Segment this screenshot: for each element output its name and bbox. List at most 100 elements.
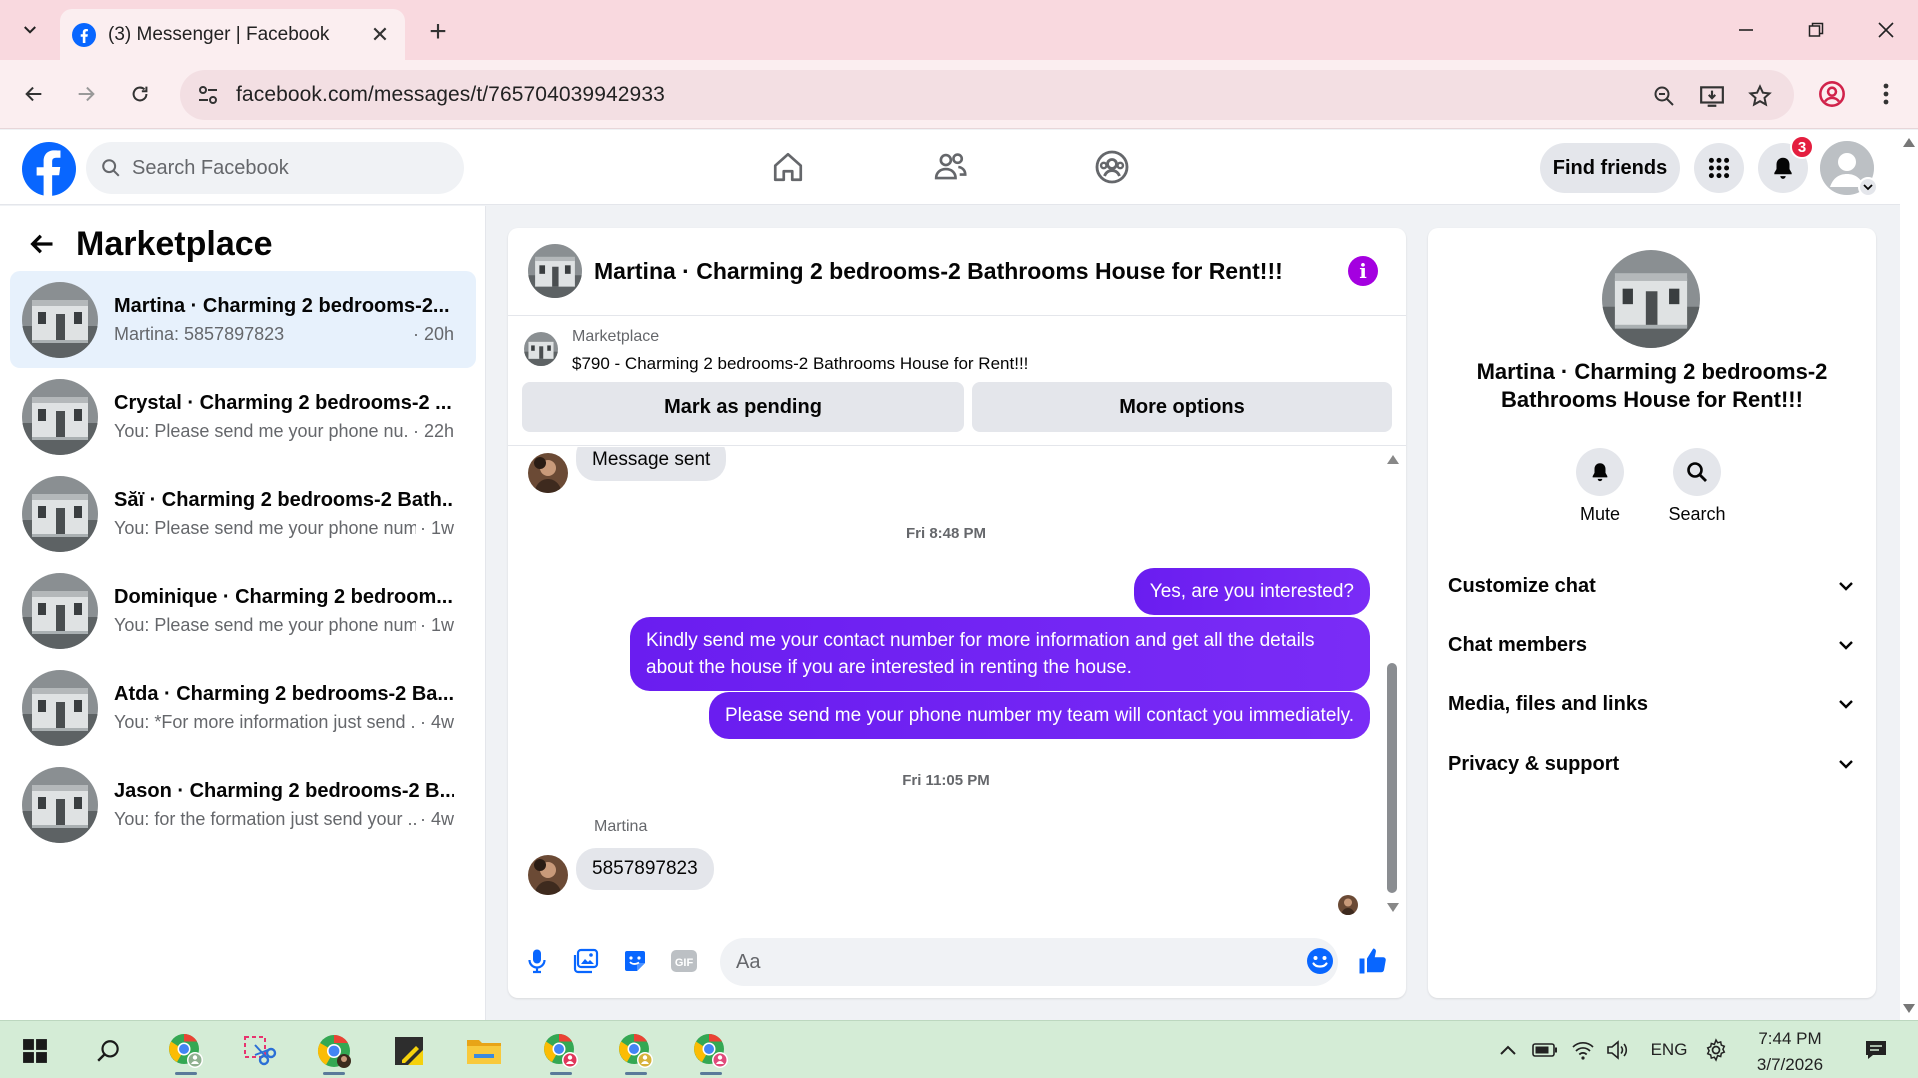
facebook-header: Find friends 3 [0, 130, 1900, 205]
details-house-avatar[interactable] [1602, 250, 1700, 348]
info-icon[interactable]: i [1348, 256, 1378, 286]
house-thumbnail [22, 378, 98, 455]
chat-house-avatar[interactable] [528, 244, 582, 298]
file-explorer-icon[interactable] [453, 1026, 515, 1076]
conversation-item[interactable]: Săï · Charming 2 bedrooms-2 Bath... You:… [10, 465, 476, 562]
sticky-notes-icon[interactable] [378, 1026, 440, 1076]
battery-icon[interactable] [1530, 1035, 1560, 1065]
install-app-icon[interactable] [1698, 82, 1726, 110]
zoom-icon[interactable] [1650, 82, 1678, 110]
tab-close-icon[interactable]: ✕ [367, 22, 393, 48]
conversation-time: · 1w [419, 517, 454, 538]
martina-avatar[interactable] [528, 855, 568, 895]
groups-icon[interactable] [1084, 142, 1140, 192]
scroll-down-arrow-icon[interactable] [1903, 1004, 1915, 1013]
reload-icon[interactable] [118, 72, 162, 116]
scroll-down-arrow-icon[interactable] [1387, 903, 1399, 912]
friends-icon[interactable] [922, 142, 978, 192]
bookmark-star-icon[interactable] [1746, 82, 1774, 110]
url-text[interactable]: facebook.com/messages/t/765704039942933 [236, 83, 665, 107]
notification-center-icon[interactable] [1856, 1035, 1896, 1065]
chrome-profile-red-icon[interactable] [530, 1026, 592, 1076]
search-icon[interactable] [1673, 448, 1721, 496]
sticker-icon[interactable] [618, 944, 652, 978]
restore-icon[interactable] [1792, 10, 1840, 50]
scrollbar-thumb[interactable] [1387, 663, 1397, 893]
message-scrollbar[interactable] [1384, 447, 1400, 922]
site-info-tune-icon[interactable] [196, 83, 220, 107]
wifi-icon[interactable] [1568, 1035, 1598, 1065]
conversation-item[interactable]: Dominique · Charming 2 bedroom... You: P… [10, 562, 476, 659]
back-arrow-icon[interactable] [12, 72, 56, 116]
details-title: Martina · Charming 2 bedrooms-2 Bathroom… [1476, 359, 1828, 412]
chrome-icon[interactable] [303, 1026, 365, 1076]
chrome-profile-yellow-icon[interactable] [605, 1026, 667, 1076]
customize-chat-section[interactable]: Customize chat [1448, 558, 1856, 614]
mute-action[interactable]: Mute [1560, 448, 1640, 525]
search-action[interactable]: Search [1657, 448, 1737, 525]
conversation-item[interactable]: Martina · Charming 2 bedrooms-2... Marti… [10, 271, 476, 368]
scroll-up-arrow-icon[interactable] [1387, 455, 1399, 464]
listing-title[interactable]: $790 - Charming 2 bedrooms-2 Bathrooms H… [572, 354, 1028, 374]
minimize-icon[interactable] [1722, 10, 1770, 50]
conversation-item[interactable]: Atda · Charming 2 bedrooms-2 Ba... You: … [10, 659, 476, 756]
address-bar[interactable]: facebook.com/messages/t/765704039942933 [180, 70, 1794, 120]
page-scrollbar[interactable] [1900, 130, 1918, 1020]
message-composer: GIF [508, 928, 1406, 998]
bell-icon[interactable] [1576, 448, 1624, 496]
account-chevron-down-icon[interactable] [1858, 177, 1878, 197]
microphone-icon[interactable] [520, 944, 554, 978]
thumbs-up-like-icon[interactable] [1355, 944, 1389, 978]
message-input[interactable] [720, 938, 1338, 986]
conversation-list: Martina · Charming 2 bedrooms-2... Marti… [10, 271, 476, 853]
kebab-menu-icon[interactable] [1864, 72, 1908, 116]
conversation-preview: Martina: 5857897823 [114, 323, 285, 344]
browser-tab-messenger[interactable]: (3) Messenger | Facebook ✕ [60, 9, 405, 60]
volume-icon[interactable] [1604, 1035, 1634, 1065]
facebook-search-box[interactable] [86, 142, 464, 194]
close-window-icon[interactable] [1862, 10, 1910, 50]
mute-label: Mute [1579, 504, 1621, 524]
more-options-button[interactable]: More options [972, 382, 1392, 432]
chrome-profile-pink-icon[interactable] [680, 1026, 742, 1076]
gif-icon[interactable]: GIF [667, 944, 701, 978]
settings-gear-icon[interactable] [1700, 1035, 1732, 1065]
chat-title[interactable]: Martina · Charming 2 bedrooms-2 Bathroom… [594, 258, 1283, 285]
message-timestamp: Fri 11:05 PM [902, 772, 990, 789]
account-avatar[interactable] [1820, 141, 1878, 197]
taskbar-search-icon[interactable] [78, 1026, 140, 1076]
input-language-indicator[interactable]: ENG [1644, 1035, 1694, 1065]
emoji-icon[interactable] [1303, 944, 1337, 978]
show-hidden-icons-chevron-icon[interactable] [1496, 1035, 1520, 1065]
windows-start-icon[interactable] [4, 1026, 66, 1076]
back-arrow-icon[interactable] [22, 224, 62, 264]
chevron-down-icon [1839, 582, 1853, 591]
privacy-support-section[interactable]: Privacy & support [1448, 736, 1856, 792]
chat-members-section[interactable]: Chat members [1448, 617, 1856, 673]
listing-thumbnail[interactable] [524, 332, 558, 366]
conversation-item[interactable]: Jason · Charming 2 bedrooms-2 B... You: … [10, 756, 476, 853]
taskbar-clock[interactable]: 7:44 PM 3/7/2026 [1740, 1026, 1840, 1078]
notifications-bell-icon[interactable]: 3 [1758, 135, 1814, 193]
media-files-links-section[interactable]: Media, files and links [1448, 676, 1856, 732]
facebook-logo-icon[interactable] [22, 142, 76, 196]
outgoing-message: Kindly send me your contact number for m… [630, 617, 1370, 691]
photo-gallery-icon[interactable] [569, 944, 603, 978]
menu-grid-icon[interactable] [1694, 143, 1744, 193]
mark-as-pending-button[interactable]: Mark as pending [522, 382, 964, 432]
tab-search-chevron-icon[interactable] [10, 10, 50, 50]
facebook-search-input[interactable] [132, 156, 432, 180]
forward-arrow-icon[interactable] [64, 72, 108, 116]
chrome-profile-icon[interactable] [155, 1026, 217, 1076]
clock-time: 7:44 PM [1758, 1029, 1822, 1048]
find-friends-button[interactable]: Find friends [1540, 143, 1680, 193]
conversation-item[interactable]: Crystal · Charming 2 bedrooms-2 ... You:… [10, 368, 476, 465]
home-icon[interactable] [760, 142, 816, 192]
profile-circle-icon[interactable] [1810, 72, 1854, 116]
chat-panel: Martina · Charming 2 bedrooms-2 Bathroom… [508, 228, 1406, 998]
scroll-up-arrow-icon[interactable] [1903, 138, 1915, 147]
section-label: Customize chat [1448, 574, 1596, 597]
snipping-tool-icon[interactable] [228, 1026, 290, 1076]
martina-avatar[interactable] [528, 453, 568, 493]
new-tab-plus-icon[interactable]: + [420, 14, 456, 50]
